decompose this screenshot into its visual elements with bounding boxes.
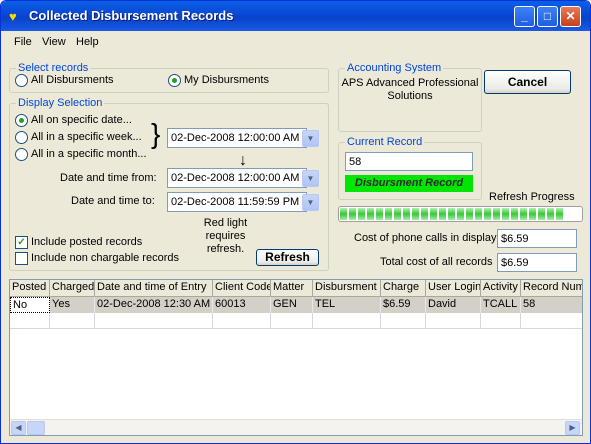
horizontal-scrollbar[interactable]: ◀ ▶ [10,419,582,435]
radio-specific-month-label: All in a specific month... [31,148,147,160]
cell-user-login[interactable]: David [426,297,481,313]
menu-view[interactable]: View [42,36,66,48]
date-dropdown-icon[interactable]: ▼ [302,130,319,147]
total-cost-field[interactable]: $6.59 [497,253,577,272]
red-light-text: Red light requires refresh. [203,217,248,255]
col-date[interactable]: Date and time of Entry [95,280,213,297]
menu-bar: File View Help [1,32,590,52]
col-matter[interactable]: Matter [271,280,313,297]
cell-disbursment[interactable]: TEL [313,297,381,313]
scroll-thumb[interactable] [27,421,45,435]
accounting-system-group: Accounting System APS Advanced Professio… [338,62,482,132]
to-field[interactable]: 02-Dec-2008 11:59:59 PM [167,192,307,212]
col-posted[interactable]: Posted [10,280,50,297]
from-field[interactable]: 02-Dec-2008 12:00:00 AM [167,168,307,188]
cost-phone-label: Cost of phone calls in display [354,232,497,244]
cell-date[interactable]: 02-Dec-2008 12:30 AM [95,297,213,313]
scroll-right-icon[interactable]: ▶ [565,421,580,435]
close-button[interactable]: ✕ [560,6,581,27]
table-header: Posted Charged Date and time of Entry Cl… [10,280,582,297]
current-record-field[interactable]: 58 [345,152,473,171]
current-record-group: Current Record 58 Disbursment Record [338,136,482,200]
total-cost-label: Total cost of all records [380,256,493,268]
include-non-chargable-checkbox[interactable] [15,252,28,265]
scroll-left-icon[interactable]: ◀ [11,421,26,435]
refresh-progress-bar [338,206,583,222]
cell-matter[interactable]: GEN [271,297,313,313]
col-record-num[interactable]: Record Num [521,280,582,297]
display-selection-title: Display Selection [16,97,105,109]
radio-all-disbursments-label: All Disbursments [31,74,114,86]
col-disbursment[interactable]: Disbursment [313,280,381,297]
refresh-button[interactable]: Refresh [256,249,319,266]
to-dropdown-icon[interactable]: ▼ [302,194,319,211]
include-posted-label: Include posted records [31,236,143,248]
cell-charge[interactable]: $6.59 [381,297,426,313]
radio-my-disbursments-label: My Disbursments [184,74,269,86]
col-client-code[interactable]: Client Code [213,280,271,297]
radio-specific-date-label: All on specific date... [31,114,132,126]
cell-activity[interactable]: TCALL [481,297,521,313]
date-field[interactable]: 02-Dec-2008 12:00:00 AM [167,128,307,148]
include-posted-checkbox[interactable]: ✓ [15,236,28,249]
main-window: ♥ Collected Disbursement Records _ □ ✕ F… [0,0,591,444]
brace-icon: } [151,118,161,149]
menu-file[interactable]: File [14,36,32,48]
to-label: Date and time to: [71,195,155,207]
include-non-chargable-label: Include non chargable records [31,252,179,264]
title-bar[interactable]: ♥ Collected Disbursement Records _ □ ✕ [1,1,590,31]
from-label: Date and time from: [60,172,157,184]
accounting-system-value: APS Advanced Professional Solutions [341,77,479,102]
radio-specific-week[interactable] [15,131,28,144]
cell-posted[interactable]: No [10,297,50,313]
empty-table-row[interactable] [10,313,582,329]
cell-charged[interactable]: Yes [50,297,95,313]
radio-specific-month[interactable] [15,148,28,161]
col-user-login[interactable]: User Login [426,280,481,297]
records-table[interactable]: Posted Charged Date and time of Entry Cl… [9,279,583,436]
menu-help[interactable]: Help [76,36,99,48]
cell-client-code[interactable]: 60013 [213,297,271,313]
refresh-progress-label: Refresh Progress [489,191,575,203]
cell-record-num[interactable]: 58 [521,297,582,313]
display-selection-group: Display Selection All on specific date..… [9,97,329,271]
radio-specific-week-label: All in a specific week... [31,131,142,143]
radio-specific-date[interactable] [15,114,28,127]
cost-phone-field[interactable]: $6.59 [497,229,577,248]
accounting-system-title: Accounting System [345,62,444,74]
record-status-indicator: Disbursment Record [345,175,473,192]
cancel-button[interactable]: Cancel [484,70,571,94]
window-title: Collected Disbursement Records [29,8,234,23]
col-activity[interactable]: Activity [481,280,521,297]
table-row[interactable]: No Yes 02-Dec-2008 12:30 AM 60013 GEN TE… [10,297,582,313]
maximize-button[interactable]: □ [537,6,558,27]
col-charge[interactable]: Charge [381,280,426,297]
app-icon: ♥ [9,9,17,24]
select-records-title: Select records [16,62,91,74]
select-records-group: Select records All Disbursments My Disbu… [9,62,329,93]
col-charged[interactable]: Charged [50,280,95,297]
radio-my-disbursments[interactable] [168,74,181,87]
current-record-title: Current Record [345,136,425,148]
from-dropdown-icon[interactable]: ▼ [302,170,319,187]
minimize-button[interactable]: _ [514,6,535,27]
radio-all-disbursments[interactable] [15,74,28,87]
